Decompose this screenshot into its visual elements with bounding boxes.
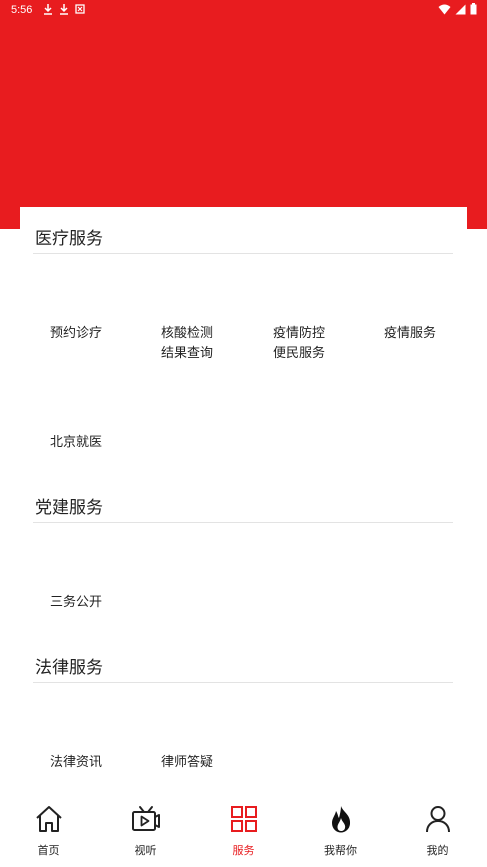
status-bar: 5:56 xyxy=(0,0,487,22)
signal-icon xyxy=(455,4,466,14)
nav-label: 视听 xyxy=(134,844,157,857)
section-divider xyxy=(33,253,453,254)
nav-tab-video[interactable]: 视听 xyxy=(97,790,194,867)
app-notification-icon xyxy=(75,4,85,14)
section-divider xyxy=(33,682,453,683)
services-card: 医疗服务 预约诊疗 核酸检测 结果查询 疫情防控 便民服务 疫情服务 北京就医 … xyxy=(20,207,467,790)
battery-icon xyxy=(470,3,477,15)
home-icon xyxy=(35,806,62,832)
nav-label: 我帮你 xyxy=(324,844,357,857)
nav-label: 我的 xyxy=(426,844,449,857)
user-icon xyxy=(425,806,450,833)
status-time: 5:56 xyxy=(11,4,33,16)
service-item-beijing-medical[interactable]: 北京就医 xyxy=(28,433,124,453)
section-title-party: 党建服务 xyxy=(35,498,103,518)
service-item-epidemic-service[interactable]: 疫情服务 xyxy=(362,324,458,344)
service-item-three-affairs[interactable]: 三务公开 xyxy=(28,593,124,613)
status-notification-icons xyxy=(43,3,85,15)
nav-tab-home[interactable]: 首页 xyxy=(0,790,97,867)
flame-icon xyxy=(331,806,350,833)
service-item-epidemic-prevention[interactable]: 疫情防控 便民服务 xyxy=(251,324,347,364)
status-system-icons xyxy=(438,3,477,15)
nav-label: 服务 xyxy=(232,844,255,857)
nav-label: 首页 xyxy=(37,844,60,857)
service-item-lawyer-qa[interactable]: 律师答疑 xyxy=(139,753,235,773)
red-header-banner xyxy=(0,0,487,229)
video-icon xyxy=(131,806,160,831)
service-item-appointment[interactable]: 预约诊疗 xyxy=(28,324,124,344)
bottom-navigation: 首页 视听 服务 我帮你 我的 xyxy=(0,790,487,867)
download-icon xyxy=(44,4,52,15)
nav-tab-help[interactable]: 我帮你 xyxy=(292,790,389,867)
download-icon xyxy=(60,4,68,15)
grid-icon xyxy=(230,806,257,832)
section-title-medical: 医疗服务 xyxy=(35,229,103,249)
nav-tab-mine[interactable]: 我的 xyxy=(389,790,486,867)
service-item-legal-news[interactable]: 法律资讯 xyxy=(28,753,124,773)
section-title-legal: 法律服务 xyxy=(35,658,103,678)
section-divider xyxy=(33,522,453,523)
service-item-nucleic-test[interactable]: 核酸检测 结果查询 xyxy=(139,324,235,364)
nav-tab-services[interactable]: 服务 xyxy=(195,790,292,867)
wifi-icon xyxy=(438,4,451,14)
